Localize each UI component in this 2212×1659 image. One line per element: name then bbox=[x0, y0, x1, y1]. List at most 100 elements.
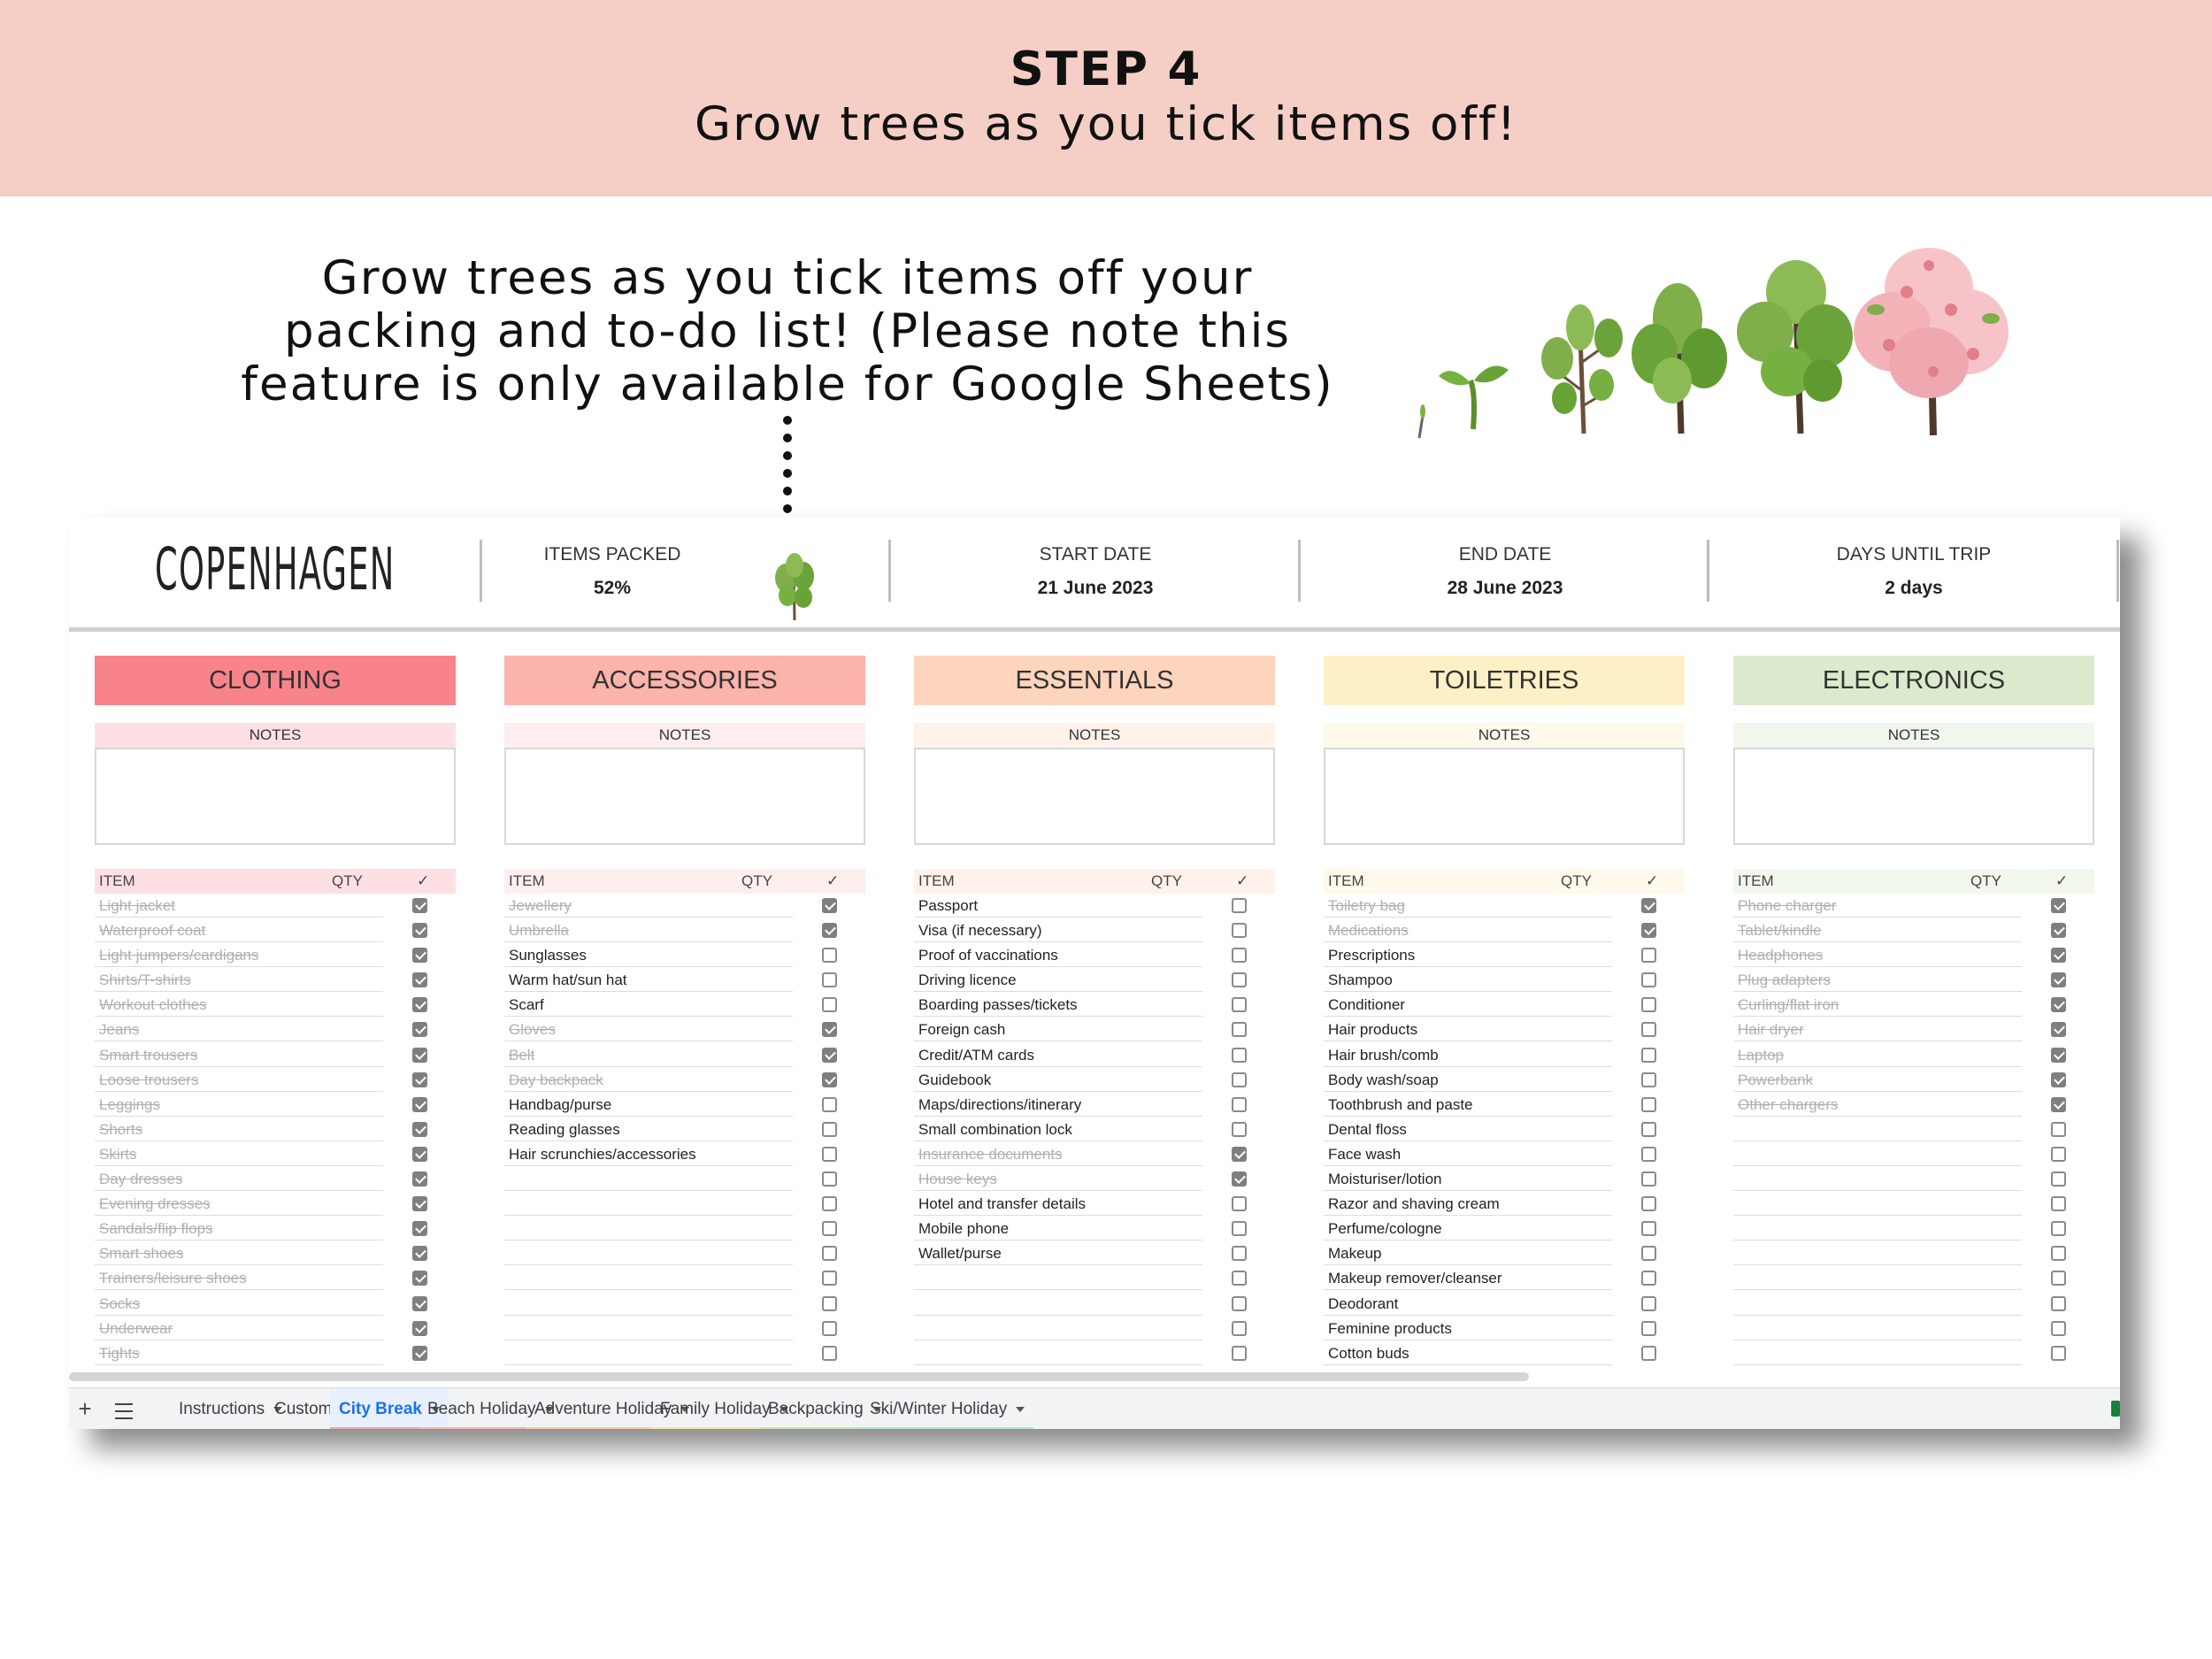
item-checkbox[interactable] bbox=[1641, 1071, 1656, 1087]
item-label[interactable]: Sunglasses bbox=[509, 947, 792, 964]
item-checkbox[interactable] bbox=[1232, 1121, 1247, 1137]
item-checkbox[interactable] bbox=[1641, 948, 1656, 964]
item-label[interactable]: Warm hat/sun hat bbox=[509, 972, 792, 989]
item-checkbox[interactable] bbox=[822, 1146, 837, 1162]
item-label[interactable]: Proof of vaccinations bbox=[918, 947, 1202, 964]
item-label[interactable]: Reading glasses bbox=[509, 1121, 792, 1139]
item-checkbox[interactable] bbox=[1641, 1320, 1656, 1336]
item-checkbox[interactable] bbox=[2051, 898, 2066, 913]
item-checkbox[interactable] bbox=[2051, 948, 2066, 964]
item-checkbox[interactable] bbox=[822, 1246, 837, 1262]
item-checkbox[interactable] bbox=[1232, 923, 1247, 939]
item-label[interactable]: Body wash/soap bbox=[1328, 1071, 1611, 1089]
item-checkbox[interactable] bbox=[2051, 1146, 2066, 1162]
item-checkbox[interactable] bbox=[1641, 1271, 1656, 1286]
item-label[interactable]: Trainers/leisure shoes bbox=[99, 1270, 382, 1287]
item-checkbox[interactable] bbox=[412, 1271, 427, 1286]
item-checkbox[interactable] bbox=[1232, 1246, 1247, 1262]
item-checkbox[interactable] bbox=[1232, 898, 1247, 913]
item-checkbox[interactable] bbox=[412, 1320, 427, 1336]
item-checkbox[interactable] bbox=[412, 898, 427, 913]
item-checkbox[interactable] bbox=[412, 1221, 427, 1237]
notes-field[interactable] bbox=[504, 748, 865, 845]
item-label[interactable]: Maps/directions/itinerary bbox=[918, 1096, 1202, 1114]
item-label[interactable]: Shirts/T-shirts bbox=[99, 972, 382, 989]
item-checkbox[interactable] bbox=[1641, 1295, 1656, 1311]
item-label[interactable]: Hair dryer bbox=[1738, 1021, 2021, 1039]
item-label[interactable]: Handbag/purse bbox=[509, 1096, 792, 1114]
item-label[interactable]: Plug adapters bbox=[1738, 972, 2021, 989]
item-checkbox[interactable] bbox=[412, 1171, 427, 1187]
item-label[interactable]: Light jacket bbox=[99, 897, 382, 915]
item-label[interactable]: Boarding passes/tickets bbox=[918, 996, 1202, 1014]
item-label[interactable]: Deodorant bbox=[1328, 1295, 1611, 1313]
item-checkbox[interactable] bbox=[1641, 1246, 1656, 1262]
item-label[interactable]: Sandals/flip flops bbox=[99, 1220, 382, 1238]
item-checkbox[interactable] bbox=[1641, 1096, 1656, 1112]
item-label[interactable]: Small combination lock bbox=[918, 1121, 1202, 1139]
item-checkbox[interactable] bbox=[822, 1345, 837, 1361]
item-label[interactable]: Razor and shaving cream bbox=[1328, 1195, 1611, 1213]
item-label[interactable]: Leggings bbox=[99, 1096, 382, 1114]
item-checkbox[interactable] bbox=[412, 1071, 427, 1087]
item-checkbox[interactable] bbox=[1232, 1071, 1247, 1087]
item-checkbox[interactable] bbox=[1232, 948, 1247, 964]
item-checkbox[interactable] bbox=[2051, 1096, 2066, 1112]
item-checkbox[interactable] bbox=[822, 1022, 837, 1038]
item-label[interactable]: Mobile phone bbox=[918, 1220, 1202, 1238]
item-label[interactable]: Umbrella bbox=[509, 922, 792, 940]
item-label[interactable]: Powerbank bbox=[1738, 1071, 2021, 1089]
item-label[interactable]: Makeup bbox=[1328, 1245, 1611, 1263]
item-checkbox[interactable] bbox=[822, 972, 837, 988]
item-checkbox[interactable] bbox=[2051, 1345, 2066, 1361]
item-label[interactable]: Credit/ATM cards bbox=[918, 1047, 1202, 1064]
item-label[interactable]: Day dresses bbox=[99, 1171, 382, 1188]
item-checkbox[interactable] bbox=[822, 1221, 837, 1237]
notes-field[interactable] bbox=[95, 748, 456, 845]
item-checkbox[interactable] bbox=[412, 1022, 427, 1038]
item-checkbox[interactable] bbox=[2051, 1071, 2066, 1087]
item-label[interactable]: Perfume/cologne bbox=[1328, 1220, 1611, 1238]
item-checkbox[interactable] bbox=[2051, 1246, 2066, 1262]
item-checkbox[interactable] bbox=[412, 948, 427, 964]
item-label[interactable]: Jeans bbox=[99, 1021, 382, 1039]
item-label[interactable]: Shampoo bbox=[1328, 972, 1611, 989]
item-label[interactable]: Tights bbox=[99, 1345, 382, 1363]
item-checkbox[interactable] bbox=[1232, 1022, 1247, 1038]
item-checkbox[interactable] bbox=[1232, 1271, 1247, 1286]
item-checkbox[interactable] bbox=[822, 1096, 837, 1112]
item-checkbox[interactable] bbox=[1232, 1096, 1247, 1112]
item-checkbox[interactable] bbox=[1641, 997, 1656, 1013]
item-checkbox[interactable] bbox=[822, 1320, 837, 1336]
item-checkbox[interactable] bbox=[2051, 1295, 2066, 1311]
item-label[interactable]: Workout clothes bbox=[99, 996, 382, 1014]
item-checkbox[interactable] bbox=[822, 1271, 837, 1286]
item-checkbox[interactable] bbox=[412, 1047, 427, 1063]
item-label[interactable]: Other chargers bbox=[1738, 1096, 2021, 1114]
item-checkbox[interactable] bbox=[412, 1295, 427, 1311]
item-checkbox[interactable] bbox=[822, 997, 837, 1013]
item-checkbox[interactable] bbox=[1641, 1345, 1656, 1361]
item-checkbox[interactable] bbox=[1641, 1171, 1656, 1187]
item-checkbox[interactable] bbox=[1232, 1295, 1247, 1311]
item-checkbox[interactable] bbox=[2051, 1196, 2066, 1212]
notes-field[interactable] bbox=[1324, 748, 1685, 845]
item-label[interactable]: Day backpack bbox=[509, 1071, 792, 1089]
item-checkbox[interactable] bbox=[2051, 972, 2066, 988]
item-label[interactable]: Dental floss bbox=[1328, 1121, 1611, 1139]
item-label[interactable]: Guidebook bbox=[918, 1071, 1202, 1089]
item-checkbox[interactable] bbox=[412, 1146, 427, 1162]
item-label[interactable]: Scarf bbox=[509, 996, 792, 1014]
item-checkbox[interactable] bbox=[2051, 1221, 2066, 1237]
item-checkbox[interactable] bbox=[1232, 1196, 1247, 1212]
item-label[interactable]: Foreign cash bbox=[918, 1021, 1202, 1039]
item-checkbox[interactable] bbox=[2051, 1121, 2066, 1137]
item-label[interactable]: Smart trousers bbox=[99, 1047, 382, 1064]
item-checkbox[interactable] bbox=[822, 1071, 837, 1087]
item-label[interactable]: Face wash bbox=[1328, 1146, 1611, 1164]
item-label[interactable]: Toiletry bag bbox=[1328, 897, 1611, 915]
end-date-value[interactable]: 28 June 2023 bbox=[1328, 578, 1682, 599]
item-checkbox[interactable] bbox=[1641, 898, 1656, 913]
item-checkbox[interactable] bbox=[2051, 1022, 2066, 1038]
item-label[interactable]: Curling/flat iron bbox=[1738, 996, 2021, 1014]
